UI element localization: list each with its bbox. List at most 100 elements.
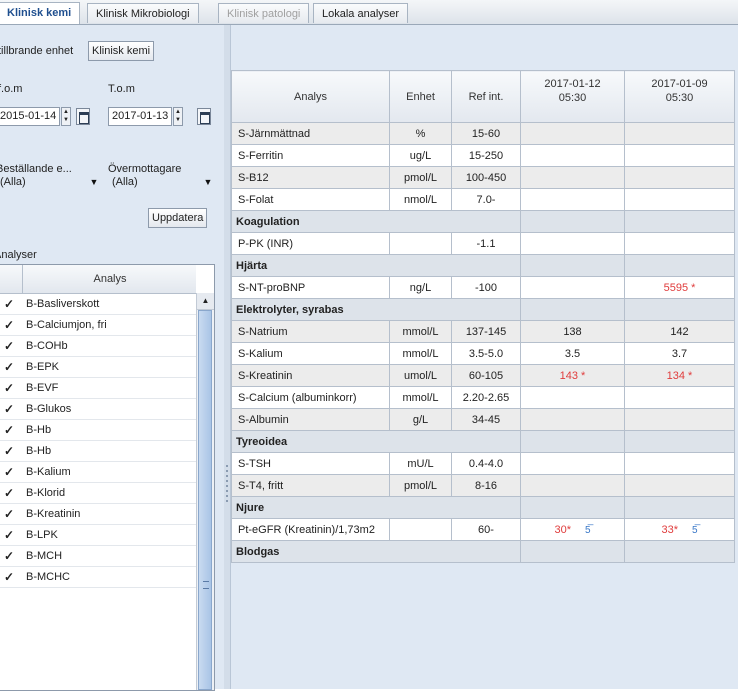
calendar-icon[interactable] — [197, 108, 211, 125]
unit-button[interactable]: Klinisk kemi — [88, 41, 155, 61]
list-item[interactable]: ✓ B-Klorid — [0, 483, 196, 504]
checkbox[interactable]: ✓ — [2, 420, 16, 440]
checkbox[interactable]: ✓ — [2, 294, 16, 314]
value-cell-date-1[interactable]: 3.5 — [520, 342, 625, 365]
table-row[interactable]: S-Folat nmol/L 7.0- — [231, 188, 735, 211]
checkbox[interactable]: ✓ — [2, 357, 16, 377]
value-cell-date-2[interactable] — [624, 166, 735, 189]
table-row[interactable]: S-B12 pmol/L 100-450 — [231, 166, 735, 189]
list-item[interactable]: ✓ B-EVF — [0, 378, 196, 399]
table-row[interactable]: S-Kalium mmol/L 3.5-5.0 3.5 3.7 — [231, 342, 735, 365]
value-cell-date-2[interactable] — [624, 144, 735, 167]
value-cell-date-2[interactable] — [624, 452, 735, 475]
table-row[interactable]: P-PK (INR) -1.1 — [231, 232, 735, 255]
list-item[interactable]: ✓ B-Kreatinin — [0, 504, 196, 525]
checkbox[interactable]: ✓ — [2, 336, 16, 356]
table-row[interactable]: S-Kreatinin umol/L 60-105 143 * 134 * — [231, 364, 735, 387]
checkbox[interactable]: ✓ — [2, 378, 16, 398]
value-cell-date-1[interactable] — [520, 232, 625, 255]
value-cell-date-1[interactable] — [520, 276, 625, 299]
header-enhet[interactable]: Enhet — [389, 70, 452, 123]
table-row[interactable]: S-TSH mU/L 0.4-4.0 — [231, 452, 735, 475]
to-date-spinner[interactable]: ▲ ▼ — [173, 107, 183, 126]
checkbox[interactable]: ✓ — [2, 567, 16, 587]
value-cell-date-2[interactable]: 134 * — [624, 364, 735, 387]
checkbox[interactable]: ✓ — [2, 504, 16, 524]
value-cell-date-2[interactable] — [624, 232, 735, 255]
list-item[interactable]: ✓ B-EPK — [0, 357, 196, 378]
results-table: Analys Enhet Ref int. 2017-01-12 05:30 2… — [231, 70, 735, 563]
from-date-spinner[interactable]: ▲ ▼ — [61, 107, 71, 126]
list-header-analys[interactable]: Analys — [22, 265, 197, 293]
scroll-up-icon[interactable]: ▲ — [197, 293, 214, 310]
checkbox[interactable]: ✓ — [2, 546, 16, 566]
to-date-input[interactable]: 2017-01-13 — [108, 107, 172, 126]
chevron-down-icon[interactable]: ▼ — [86, 173, 102, 192]
table-row[interactable]: S-NT-proBNP ng/L -100 5595 * — [231, 276, 735, 299]
panel-splitter[interactable] — [224, 25, 231, 689]
table-row[interactable]: S-Albumin g/L 34-45 — [231, 408, 735, 431]
value-cell-date-1[interactable]: 138 — [520, 320, 625, 343]
value-cell-date-2[interactable]: 5595 * — [624, 276, 735, 299]
list-scrollbar[interactable]: ▲ — [196, 293, 214, 690]
chart-icon[interactable]: 5̅ — [692, 525, 698, 536]
scroll-thumb[interactable] — [198, 310, 212, 690]
value-cell-date-1[interactable]: 143 * — [520, 364, 625, 387]
list-item[interactable]: ✓ B-MCHC — [0, 567, 196, 588]
value-cell-date-1[interactable] — [520, 474, 625, 497]
analysis-cell: S-Albumin — [231, 408, 390, 431]
value-cell-date-2[interactable] — [624, 474, 735, 497]
table-row[interactable]: Pt-eGFR (Kreatinin)/1,73m2 60- 30* 5̅ 33* 5̅ — [231, 518, 735, 541]
list-item[interactable]: ✓ B-Kalium — [0, 462, 196, 483]
list-item[interactable]: ✓ B-Glukos — [0, 399, 196, 420]
list-item[interactable]: ✓ B-Basliverskott — [0, 294, 196, 315]
value-cell-date-1[interactable] — [520, 122, 625, 145]
header-date-1[interactable]: 2017-01-12 05:30 — [520, 70, 625, 123]
value-cell-date-2[interactable] — [624, 408, 735, 431]
tab-klinisk-mikrobiologi[interactable]: Klinisk Mikrobiologi — [87, 3, 199, 23]
group-value-cell — [520, 210, 625, 233]
group-label: Tyreoidea — [231, 430, 521, 453]
header-ref[interactable]: Ref int. — [451, 70, 521, 123]
value-cell-date-2[interactable]: 142 — [624, 320, 735, 343]
checkbox[interactable]: ✓ — [2, 441, 16, 461]
calendar-icon[interactable] — [76, 108, 90, 125]
value-cell-date-2[interactable] — [624, 386, 735, 409]
value-cell-date-1[interactable]: 30* 5̅ — [520, 518, 625, 541]
list-item[interactable]: ✓ B-Calciumjon, fri — [0, 315, 196, 336]
checkbox[interactable]: ✓ — [2, 315, 16, 335]
value-cell-date-2[interactable] — [624, 188, 735, 211]
list-item[interactable]: ✓ B-Hb — [0, 441, 196, 462]
table-row[interactable]: S-Ferritin ug/L 15-250 — [231, 144, 735, 167]
table-row[interactable]: S-Natrium mmol/L 137-145 138 142 — [231, 320, 735, 343]
value-cell-date-2[interactable]: 3.7 — [624, 342, 735, 365]
analysis-cell: S-Kreatinin — [231, 364, 390, 387]
header-analys[interactable]: Analys — [231, 70, 390, 123]
list-item[interactable]: ✓ B-LPK — [0, 525, 196, 546]
table-row[interactable]: S-Järnmättnad% 15-60 — [231, 122, 735, 145]
checkbox[interactable]: ✓ — [2, 462, 16, 482]
value-cell-date-1[interactable] — [520, 452, 625, 475]
tab-klinisk-kemi[interactable]: Klinisk kemi — [0, 2, 81, 24]
checkbox[interactable]: ✓ — [2, 525, 16, 545]
list-item[interactable]: ✓ B-Hb — [0, 420, 196, 441]
table-row[interactable]: S-Calcium (albuminkorr) mmol/L 2.20-2.65 — [231, 386, 735, 409]
from-date-input[interactable]: 2015-01-14 — [0, 107, 60, 126]
value-cell-date-2[interactable]: 33* 5̅ — [624, 518, 735, 541]
value-cell-date-2[interactable] — [624, 122, 735, 145]
chevron-down-icon[interactable]: ▼ — [200, 173, 216, 192]
value-cell-date-1[interactable] — [520, 166, 625, 189]
list-item[interactable]: ✓ B-MCH — [0, 546, 196, 567]
chart-icon[interactable]: 5̅ — [585, 525, 591, 536]
checkbox[interactable]: ✓ — [2, 399, 16, 419]
tab-lokala-analyser[interactable]: Lokala analyser — [313, 3, 409, 23]
update-button[interactable]: Uppdatera — [148, 208, 208, 228]
value-cell-date-1[interactable] — [520, 144, 625, 167]
header-date-2[interactable]: 2017-01-09 05:30 — [624, 70, 735, 123]
table-row[interactable]: S-T4, fritt pmol/L 8-16 — [231, 474, 735, 497]
list-item[interactable]: ✓ B-COHb — [0, 336, 196, 357]
checkbox[interactable]: ✓ — [2, 483, 16, 503]
value-cell-date-1[interactable] — [520, 408, 625, 431]
value-cell-date-1[interactable] — [520, 386, 625, 409]
value-cell-date-1[interactable] — [520, 188, 625, 211]
